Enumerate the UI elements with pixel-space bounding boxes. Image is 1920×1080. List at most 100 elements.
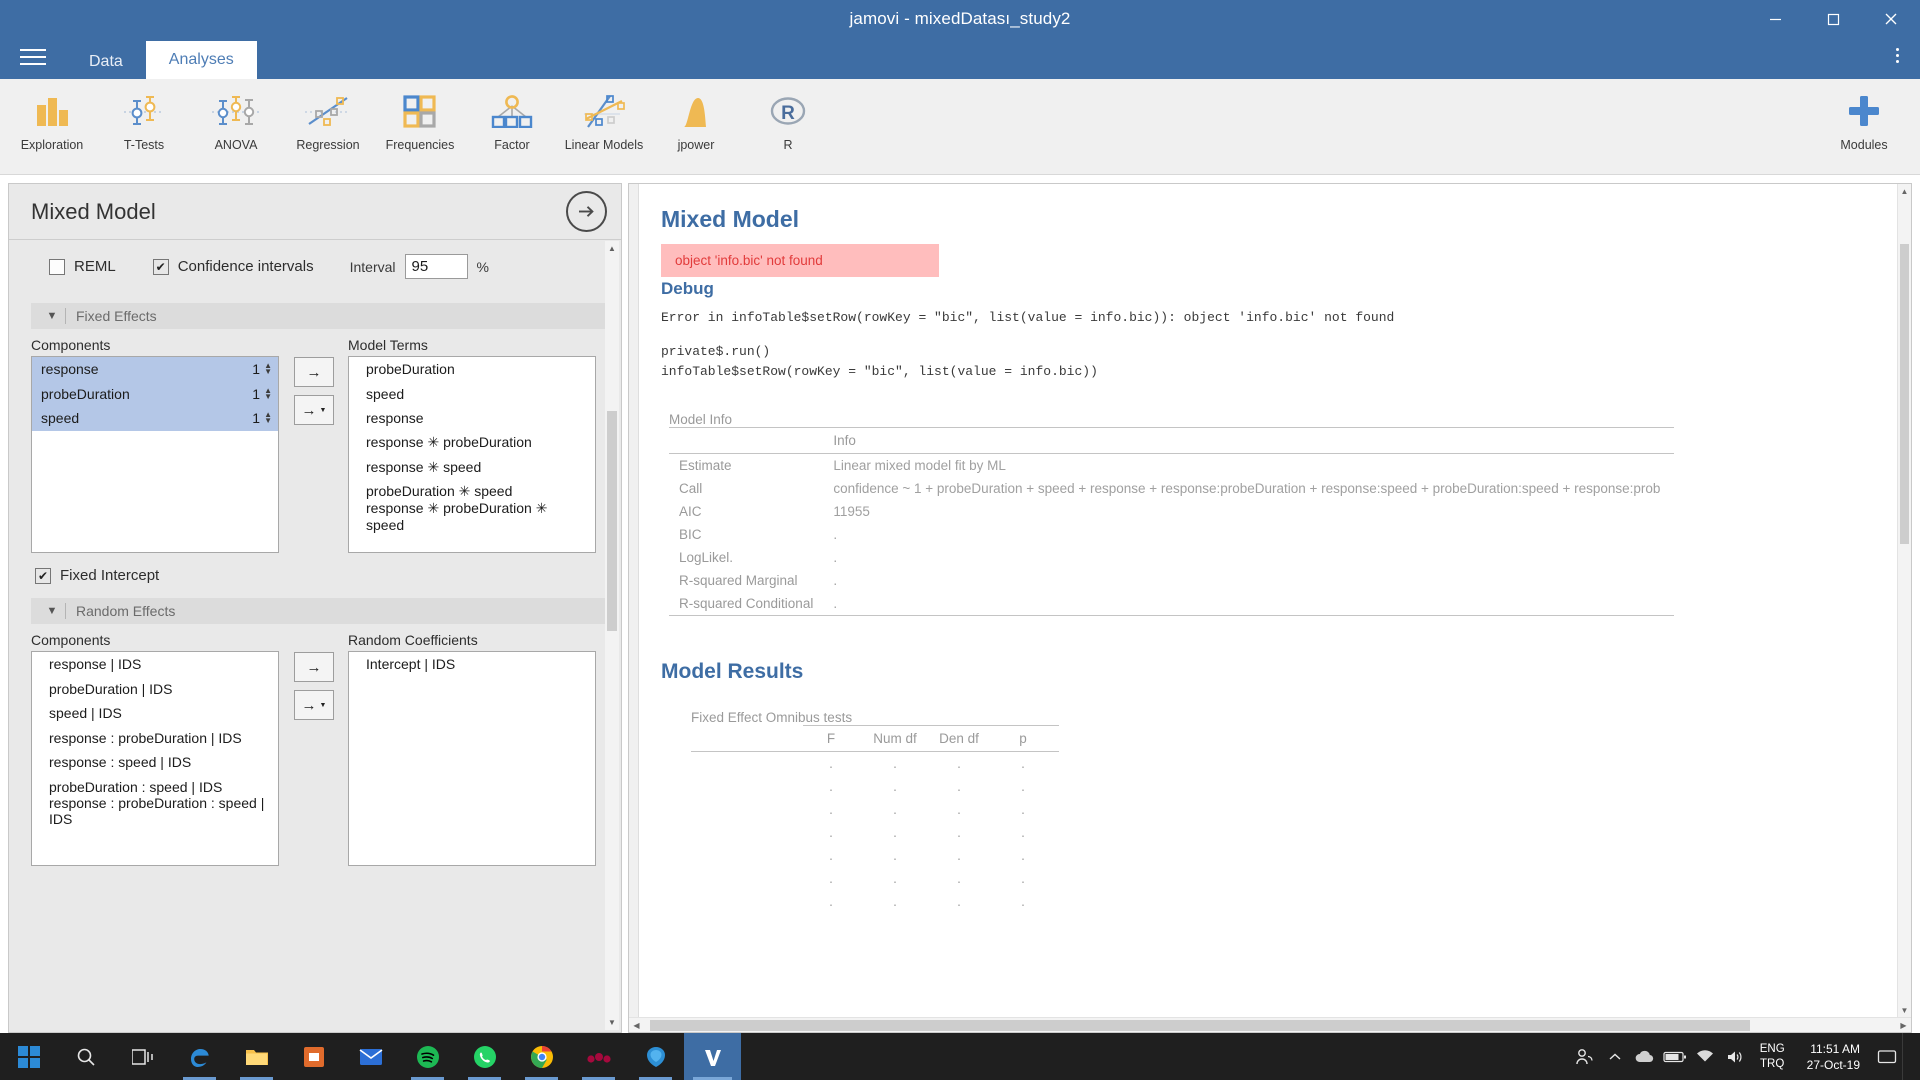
spinner-icon[interactable]: ▲ ▼ bbox=[264, 411, 272, 425]
list-item[interactable]: probeDuration bbox=[349, 357, 595, 382]
scrollbar-thumb[interactable] bbox=[650, 1019, 1750, 1031]
add-term-button[interactable]: → bbox=[294, 357, 334, 387]
scroll-down-icon[interactable]: ▼ bbox=[605, 1015, 619, 1030]
tab-analyses[interactable]: Analyses bbox=[145, 41, 257, 79]
results-vertical-scrollbar[interactable]: ▲ ▼ bbox=[1897, 184, 1911, 1017]
cell-p: . bbox=[1021, 802, 1025, 818]
jamovi-icon[interactable] bbox=[684, 1033, 741, 1080]
clock[interactable]: 11:51 AM 27-Oct-19 bbox=[1795, 1033, 1872, 1080]
list-item[interactable]: Intercept | IDS bbox=[349, 652, 595, 677]
edge-icon[interactable] bbox=[171, 1033, 228, 1080]
show-desktop-button[interactable] bbox=[1902, 1033, 1914, 1080]
random-components-listbox[interactable]: response | IDS probeDuration | IDS speed… bbox=[31, 651, 279, 866]
results-horizontal-scrollbar[interactable]: ◀ ▶ bbox=[629, 1017, 1911, 1032]
list-item[interactable]: speed 1 ▲ ▼ bbox=[32, 406, 278, 431]
list-item[interactable]: probeDuration | IDS bbox=[32, 677, 278, 702]
close-button[interactable] bbox=[1862, 0, 1920, 38]
component-name: probeDuration bbox=[41, 385, 130, 402]
list-item[interactable]: response ✳ probeDuration bbox=[349, 431, 595, 456]
component-level[interactable]: 1 ▲ ▼ bbox=[252, 361, 272, 377]
windows-start-icon[interactable] bbox=[0, 1033, 57, 1080]
list-item[interactable]: response : probeDuration | IDS bbox=[32, 726, 278, 751]
fixed-intercept-checkbox[interactable]: ✔ Fixed Intercept bbox=[31, 567, 607, 584]
scroll-right-icon[interactable]: ▶ bbox=[1896, 1021, 1911, 1030]
microsoft-store-icon[interactable] bbox=[285, 1033, 342, 1080]
scroll-up-icon[interactable]: ▲ bbox=[605, 241, 619, 256]
confidence-intervals-checkbox[interactable]: ✔ Confidence intervals bbox=[152, 258, 314, 275]
speaker-icon[interactable] bbox=[1720, 1033, 1750, 1080]
clock-time: 11:51 AM bbox=[1810, 1041, 1860, 1056]
hamburger-icon[interactable] bbox=[0, 38, 66, 79]
table-row: . . . . bbox=[691, 775, 1059, 798]
add-random-coefficient-button[interactable]: → bbox=[294, 652, 334, 682]
search-icon[interactable] bbox=[57, 1033, 114, 1080]
ribbon-linear-models[interactable]: Linear Models bbox=[558, 79, 650, 171]
ribbon-factor[interactable]: Factor bbox=[466, 79, 558, 171]
list-item[interactable]: response | IDS bbox=[32, 652, 278, 677]
wifi-icon[interactable] bbox=[1690, 1033, 1720, 1080]
thunderbird-icon[interactable] bbox=[627, 1033, 684, 1080]
spinner-icon[interactable]: ▲ ▼ bbox=[264, 386, 272, 400]
scroll-down-icon[interactable]: ▼ bbox=[1898, 1003, 1911, 1017]
onedrive-cloud-icon[interactable] bbox=[1630, 1033, 1660, 1080]
chrome-icon[interactable] bbox=[513, 1033, 570, 1080]
people-icon[interactable] bbox=[1570, 1033, 1600, 1080]
notification-icon[interactable] bbox=[1872, 1033, 1902, 1080]
add-random-coefficient-menu-button[interactable]: → ▼ bbox=[294, 690, 334, 720]
reml-checkbox[interactable]: REML bbox=[49, 258, 116, 275]
spotify-icon[interactable] bbox=[399, 1033, 456, 1080]
ribbon-regression[interactable]: Regression bbox=[282, 79, 374, 171]
model-terms-listbox[interactable]: probeDuration speed response response ✳ … bbox=[348, 356, 596, 553]
options-vertical-scrollbar[interactable]: ▲ ▼ bbox=[605, 241, 619, 1030]
fixed-effects-section-header[interactable]: ▼ Fixed Effects bbox=[31, 303, 607, 329]
interval-input[interactable] bbox=[404, 254, 468, 279]
language-indicator[interactable]: ENG TRQ bbox=[1750, 1033, 1795, 1080]
list-item[interactable]: probeDuration 1 ▲ ▼ bbox=[32, 381, 278, 406]
ribbon-frequencies[interactable]: Frequencies bbox=[374, 79, 466, 171]
spinner-icon[interactable]: ▲ ▼ bbox=[264, 362, 272, 376]
reml-checkbox-box bbox=[49, 258, 65, 275]
arrow-right-circle-icon[interactable] bbox=[566, 191, 607, 232]
list-item[interactable]: response 1 ▲ ▼ bbox=[32, 357, 278, 382]
component-level[interactable]: 1 ▲ ▼ bbox=[252, 410, 272, 426]
cell-f: . bbox=[829, 802, 833, 818]
scroll-left-icon[interactable]: ◀ bbox=[629, 1021, 644, 1030]
random-effects-section-header[interactable]: ▼ Random Effects bbox=[31, 598, 607, 624]
mendeley-icon[interactable] bbox=[570, 1033, 627, 1080]
list-item[interactable]: speed bbox=[349, 382, 595, 407]
ribbon-jpower[interactable]: jpower bbox=[650, 79, 742, 171]
battery-icon[interactable] bbox=[1660, 1033, 1690, 1080]
list-item[interactable]: response bbox=[349, 406, 595, 431]
add-term-menu-button[interactable]: → ▼ bbox=[294, 395, 334, 425]
ribbon-modules[interactable]: Modules bbox=[1818, 79, 1910, 171]
results-content[interactable]: Mixed Model object 'info.bic' not found … bbox=[639, 184, 1897, 1017]
fixed-components-listbox[interactable]: response 1 ▲ ▼ probeDuration 1 ▲ ▼ speed… bbox=[31, 356, 279, 553]
mail-icon[interactable] bbox=[342, 1033, 399, 1080]
whatsapp-icon[interactable] bbox=[456, 1033, 513, 1080]
list-item[interactable]: response : speed | IDS bbox=[32, 750, 278, 775]
row-value: . bbox=[833, 573, 838, 589]
hscroll-track[interactable] bbox=[644, 1019, 1896, 1031]
scroll-up-icon[interactable]: ▲ bbox=[1898, 184, 1911, 198]
maximize-button[interactable] bbox=[1804, 0, 1862, 38]
ribbon-exploration[interactable]: Exploration bbox=[6, 79, 98, 171]
random-coefficients-listbox[interactable]: Intercept | IDS bbox=[348, 651, 596, 866]
ribbon-ttests[interactable]: T-Tests bbox=[98, 79, 190, 171]
list-item[interactable]: response ✳ speed bbox=[349, 455, 595, 480]
random-effects-transfer-buttons: → → ▼ bbox=[279, 632, 348, 720]
list-item[interactable]: response ✳ probeDuration ✳ speed bbox=[349, 500, 595, 533]
scrollbar-thumb[interactable] bbox=[1900, 244, 1909, 544]
scrollbar-thumb[interactable] bbox=[607, 411, 617, 631]
list-item[interactable]: speed | IDS bbox=[32, 701, 278, 726]
list-item[interactable]: response : probeDuration : speed | IDS bbox=[32, 795, 278, 827]
tab-data[interactable]: Data bbox=[66, 45, 146, 79]
chevron-up-icon[interactable] bbox=[1600, 1033, 1630, 1080]
ribbon-r[interactable]: R R bbox=[742, 79, 834, 171]
kebab-menu-icon[interactable] bbox=[1874, 38, 1920, 79]
minimize-button[interactable] bbox=[1746, 0, 1804, 38]
file-explorer-icon[interactable] bbox=[228, 1033, 285, 1080]
ribbon-anova[interactable]: ANOVA bbox=[190, 79, 282, 171]
component-level[interactable]: 1 ▲ ▼ bbox=[252, 386, 272, 402]
task-view-icon[interactable] bbox=[114, 1033, 171, 1080]
cell-dendf: . bbox=[957, 825, 961, 841]
